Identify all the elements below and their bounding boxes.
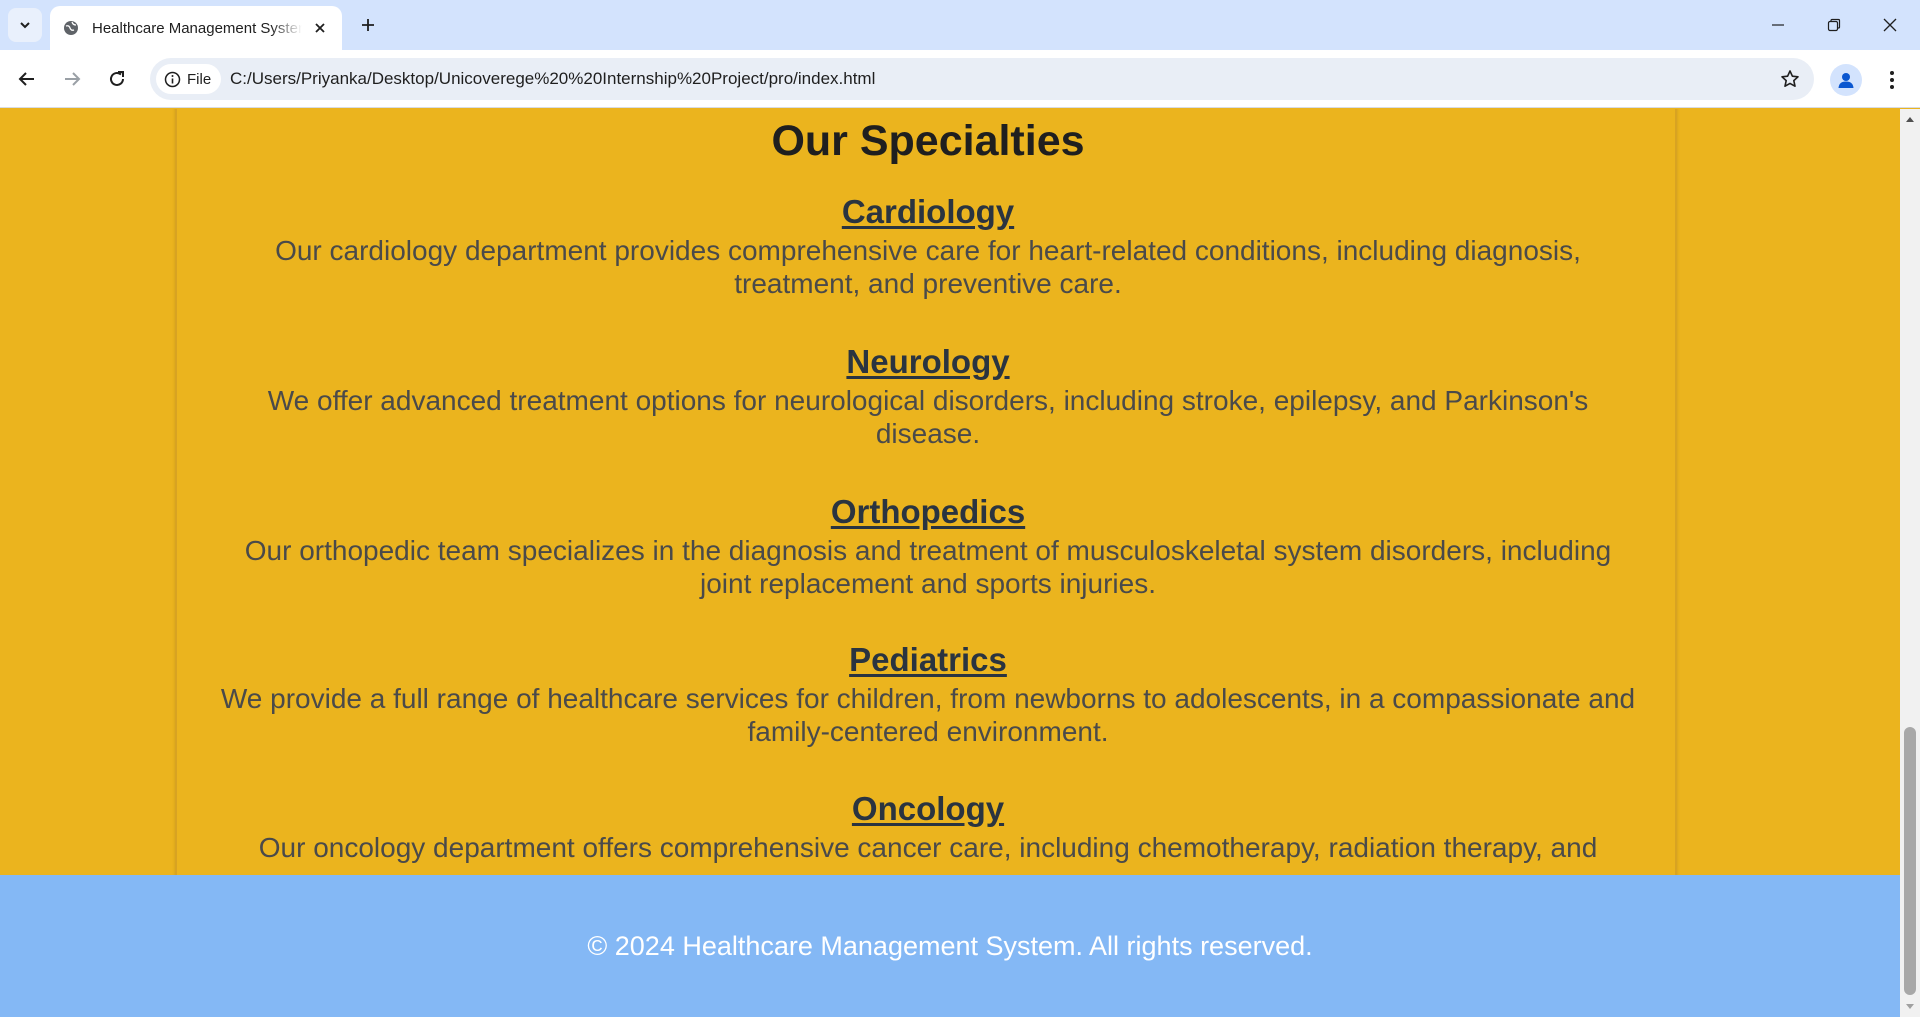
page-viewport: Our Specialties Cardiology Our cardiolog… [0, 109, 1900, 1017]
page-footer: © 2024 Healthcare Management System. All… [0, 875, 1900, 1017]
profile-button[interactable] [1830, 64, 1862, 96]
specialty-name[interactable]: Orthopedics [217, 492, 1639, 532]
section-title: Our Specialties [771, 117, 1085, 165]
scroll-up-button[interactable] [1900, 109, 1920, 129]
arrow-right-icon [65, 72, 81, 86]
specialty-name[interactable]: Cardiology [217, 192, 1639, 232]
close-icon [1883, 18, 1897, 32]
tab-title: Healthcare Management System [92, 19, 302, 37]
bookmark-button[interactable] [1776, 65, 1804, 93]
specialty-description: Our orthopedic team specializes in the d… [244, 535, 1612, 599]
site-info-chip[interactable]: File [156, 64, 222, 94]
address-bar[interactable]: File C:/Users/Priyanka/Desktop/Unicovere… [150, 58, 1814, 100]
specialty-item: Neurology We offer advanced treatment op… [217, 342, 1639, 450]
restore-icon [1827, 18, 1841, 32]
avatar-icon [1838, 73, 1854, 88]
restore-button[interactable] [1806, 0, 1862, 50]
tab-close-button[interactable] [310, 18, 330, 38]
specialty-item: Orthopedics Our orthopedic team speciali… [217, 492, 1639, 600]
browser-toolbar: File C:/Users/Priyanka/Desktop/Unicovere… [0, 50, 1920, 108]
star-icon [1781, 70, 1799, 87]
tab-strip: Healthcare Management System [0, 0, 1920, 50]
browser-tab[interactable]: Healthcare Management System [50, 6, 342, 50]
reload-button[interactable] [99, 61, 135, 97]
url-text[interactable]: C:/Users/Priyanka/Desktop/Unicoverege%20… [230, 58, 875, 100]
specialty-item: Cardiology Our cardiology department pro… [217, 192, 1639, 300]
info-icon [164, 71, 181, 87]
browser-menu-button[interactable] [1876, 64, 1908, 96]
globe-icon [62, 19, 80, 37]
reload-icon [110, 71, 124, 86]
specialty-item: Oncology Our oncology department offers … [217, 789, 1639, 864]
specialty-description: Our cardiology department provides compr… [275, 235, 1581, 299]
specialties-section: Our Specialties Cardiology Our cardiolog… [175, 109, 1677, 899]
url-scheme-label: File [187, 70, 212, 88]
new-tab-button[interactable] [352, 9, 384, 41]
specialty-description: We provide a full range of healthcare se… [220, 683, 1636, 747]
back-button[interactable] [9, 61, 45, 97]
chevron-down-icon [20, 22, 30, 29]
specialty-name[interactable]: Pediatrics [217, 640, 1639, 680]
triangle-up-icon [1906, 117, 1914, 122]
forward-button[interactable] [54, 61, 90, 97]
minimize-button[interactable] [1750, 0, 1806, 50]
minimize-icon [1772, 24, 1784, 26]
arrow-left-icon [18, 72, 34, 86]
scrollbar-thumb[interactable] [1904, 727, 1916, 995]
specialty-name[interactable]: Oncology [217, 789, 1639, 829]
specialty-item: Pediatrics We provide a full range of he… [217, 640, 1639, 748]
close-window-button[interactable] [1862, 0, 1918, 50]
specialty-description: Our oncology department offers comprehen… [258, 832, 1598, 863]
scroll-down-button[interactable] [1900, 997, 1920, 1017]
specialty-description: We offer advanced treatment options for … [267, 385, 1589, 449]
tab-search-button[interactable] [8, 8, 42, 42]
footer-copyright: © 2024 Healthcare Management System. All… [587, 930, 1313, 961]
specialty-name[interactable]: Neurology [217, 342, 1639, 382]
kebab-menu-icon [1890, 71, 1894, 89]
plus-icon [362, 19, 374, 31]
triangle-down-icon [1906, 1004, 1914, 1009]
close-icon [315, 23, 325, 33]
page-scrollbar[interactable] [1900, 109, 1920, 1017]
